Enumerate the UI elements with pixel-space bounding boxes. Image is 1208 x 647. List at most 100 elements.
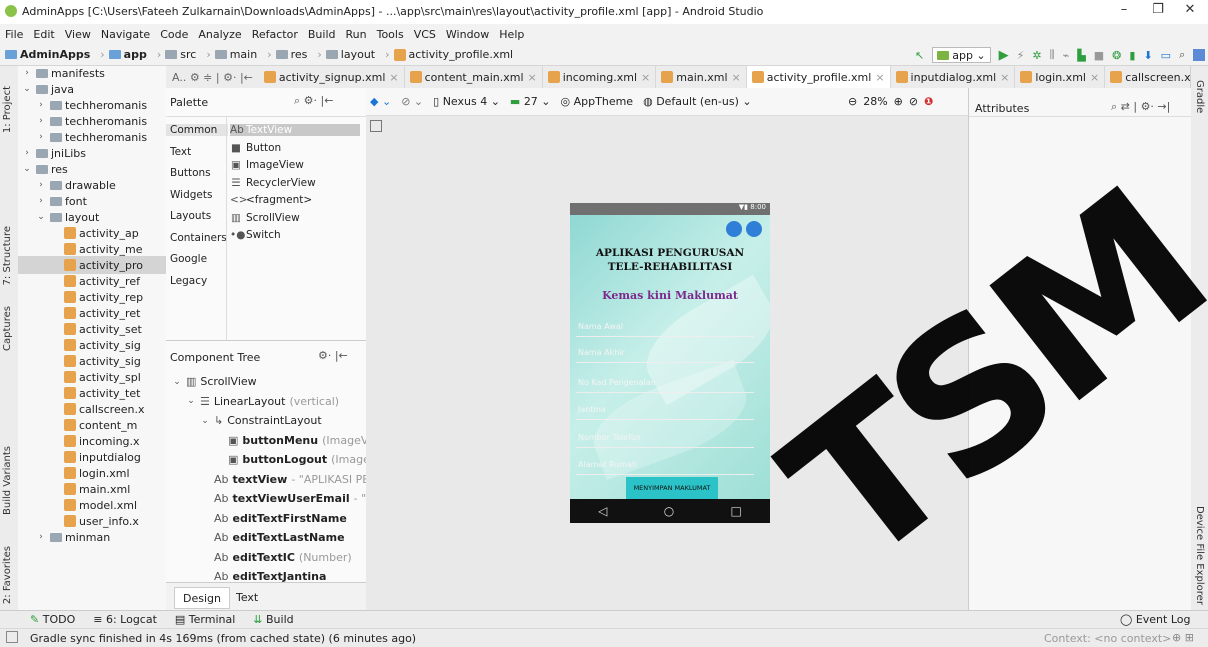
expand-arrow-icon[interactable]: ⌄ bbox=[200, 416, 210, 426]
close-button[interactable]: ✕ bbox=[1176, 2, 1204, 17]
user-avatar-icon[interactable] bbox=[1193, 49, 1206, 61]
expand-arrow-icon[interactable]: › bbox=[36, 532, 46, 542]
close-tab-icon[interactable]: × bbox=[732, 71, 741, 84]
menu-file[interactable]: File bbox=[5, 28, 23, 41]
palette-item[interactable]: •● Switch bbox=[230, 229, 281, 241]
device-select[interactable]: ▯ Nexus 4 ⌄ bbox=[433, 95, 500, 108]
hammer-icon[interactable]: ↖ bbox=[915, 49, 924, 62]
first-name-field[interactable]: Nama Awal bbox=[576, 316, 754, 337]
ic-number-field[interactable]: No Kad Pengenalan bbox=[576, 372, 754, 393]
build-tab[interactable]: ⇊ Build bbox=[253, 613, 293, 626]
close-tab-icon[interactable]: × bbox=[1000, 71, 1009, 84]
phone-number-field[interactable]: Nombor Telefon bbox=[576, 427, 754, 448]
breadcrumb-app[interactable]: app bbox=[108, 48, 147, 61]
attach-debugger-icon[interactable]: ⌁ bbox=[1063, 49, 1070, 62]
settings-icon[interactable]: ⚙· |← bbox=[318, 349, 348, 362]
menu-tools[interactable]: Tools bbox=[377, 28, 404, 41]
gradle-sync-icon[interactable]: ❂ bbox=[1112, 49, 1121, 62]
stop-icon[interactable]: ■ bbox=[1094, 49, 1104, 62]
breadcrumb-src[interactable]: src bbox=[165, 48, 196, 61]
profile-icon[interactable]: ⫼ bbox=[1050, 48, 1055, 62]
editor-tab[interactable]: incoming.xml × bbox=[543, 66, 657, 88]
project-view-select[interactable]: A.. ⚙ ≑ | ⚙· |← bbox=[166, 71, 259, 84]
menu-window[interactable]: Window bbox=[446, 28, 489, 41]
gender-field[interactable]: Jantina bbox=[576, 399, 754, 420]
expand-arrow-icon[interactable]: ⌄ bbox=[22, 84, 32, 94]
sync-icon[interactable]: ▙ bbox=[1077, 49, 1085, 62]
save-info-button[interactable]: MENYIMPAN MAKLUMAT bbox=[626, 477, 718, 499]
recents-nav-icon[interactable]: □ bbox=[731, 504, 742, 518]
close-tab-icon[interactable]: × bbox=[875, 71, 884, 84]
locale-select[interactable]: ◍ Default (en-us) ⌄ bbox=[643, 95, 752, 108]
api-select[interactable]: ▬ 27 ⌄ bbox=[510, 95, 551, 108]
address-field[interactable]: Alamat Rumah bbox=[576, 454, 754, 475]
palette-item[interactable]: Ab TextView bbox=[230, 124, 360, 136]
project-structure-icon[interactable]: ▭ bbox=[1161, 49, 1171, 62]
palette-item[interactable]: ☰ RecyclerView bbox=[230, 177, 315, 189]
menu-vcs[interactable]: VCS bbox=[414, 28, 436, 41]
palette-item[interactable]: <> <fragment> bbox=[230, 194, 312, 206]
avd-manager-icon[interactable]: ▮ bbox=[1129, 49, 1135, 62]
back-nav-icon[interactable]: ◁ bbox=[598, 504, 607, 518]
editor-tab[interactable]: activity_profile.xml × bbox=[746, 66, 891, 88]
design-tab[interactable]: Design bbox=[174, 587, 230, 609]
component-tree-item[interactable]: Ab textView - "APLIKASI PEN bbox=[200, 473, 377, 486]
menu-run[interactable]: Run bbox=[346, 28, 367, 41]
palette-category[interactable]: Buttons bbox=[170, 167, 211, 179]
logcat-tab[interactable]: ≡ 6: Logcat bbox=[93, 613, 157, 626]
breadcrumb-project[interactable]: AdminApps bbox=[5, 48, 90, 61]
expand-arrow-icon[interactable]: ⌄ bbox=[172, 377, 182, 387]
menu-code[interactable]: Code bbox=[160, 28, 188, 41]
palette-item[interactable]: ▥ ScrollView bbox=[230, 212, 300, 224]
expand-arrow-icon[interactable]: › bbox=[36, 196, 46, 206]
layers-icon[interactable]: ◆ ⌄ bbox=[370, 95, 391, 108]
run-config-select[interactable]: app ⌄ bbox=[932, 47, 991, 63]
menu-view[interactable]: View bbox=[65, 28, 91, 41]
structure-tool-tab[interactable]: 7: Structure bbox=[2, 226, 13, 285]
text-tab[interactable]: Text bbox=[228, 587, 266, 607]
logout-icon[interactable] bbox=[746, 221, 762, 237]
menu-build[interactable]: Build bbox=[308, 28, 336, 41]
sdk-manager-icon[interactable]: ⬇ bbox=[1143, 49, 1152, 62]
menu-refactor[interactable]: Refactor bbox=[252, 28, 298, 41]
editor-tab[interactable]: main.xml × bbox=[656, 66, 747, 88]
palette-category[interactable]: Legacy bbox=[170, 275, 207, 287]
palette-category[interactable]: Common bbox=[166, 124, 228, 136]
terminal-tab[interactable]: ▤ Terminal bbox=[175, 613, 235, 626]
expand-arrow-icon[interactable]: › bbox=[36, 132, 46, 142]
expand-arrow-icon[interactable]: › bbox=[36, 180, 46, 190]
search-icon[interactable]: ⌕ ⚙· |← bbox=[294, 94, 333, 108]
menu-navigate[interactable]: Navigate bbox=[101, 28, 150, 41]
editor-tab[interactable]: activity_signup.xml × bbox=[259, 66, 405, 88]
minimize-button[interactable]: – bbox=[1110, 2, 1138, 17]
favorites-tool-tab[interactable]: 2: Favorites bbox=[2, 546, 13, 604]
debug-icon[interactable]: ✲ bbox=[1032, 49, 1041, 62]
component-tree-item[interactable]: Ab editTextFirstName bbox=[200, 512, 351, 525]
component-tree-item[interactable]: Ab editTextIC (Number) bbox=[200, 551, 352, 564]
apply-changes-icon[interactable]: ⚡ bbox=[1017, 49, 1025, 62]
project-tool-tab[interactable]: 1: Project bbox=[2, 86, 13, 133]
orientation-icon[interactable]: ⊘ ⌄ bbox=[401, 95, 423, 108]
expand-arrow-icon[interactable]: › bbox=[22, 148, 32, 158]
event-log-button[interactable]: ◯ Event Log bbox=[1120, 613, 1190, 626]
close-tab-icon[interactable]: × bbox=[389, 71, 398, 84]
last-name-field[interactable]: Nama Akhir bbox=[576, 342, 754, 363]
build-variants-tool-tab[interactable]: Build Variants bbox=[2, 446, 13, 515]
component-tree-item[interactable]: ⌄ ▥ ScrollView bbox=[172, 375, 261, 388]
editor-tab[interactable]: inputdialog.xml × bbox=[891, 66, 1016, 88]
device-file-explorer-tab[interactable]: Device File Explorer bbox=[1194, 506, 1205, 605]
close-tab-icon[interactable]: × bbox=[641, 71, 650, 84]
theme-select[interactable]: ◎ AppTheme bbox=[561, 95, 634, 108]
blueprint-toggle-icon[interactable] bbox=[370, 120, 382, 132]
editor-tab[interactable]: login.xml × bbox=[1015, 66, 1106, 88]
home-nav-icon[interactable]: ○ bbox=[664, 504, 674, 518]
palette-category[interactable]: Containers bbox=[170, 232, 227, 244]
attributes-search-icon[interactable]: ⌕ ⇄ | ⚙· →| bbox=[1111, 100, 1170, 114]
tool-windows-icon[interactable] bbox=[6, 631, 18, 643]
lock-icon[interactable]: ⊕ ⊞ bbox=[1172, 631, 1194, 644]
menu-edit[interactable]: Edit bbox=[33, 28, 54, 41]
editor-tab[interactable]: content_main.xml × bbox=[405, 66, 543, 88]
captures-tool-tab[interactable]: Captures bbox=[2, 306, 13, 351]
error-icon[interactable]: ❶ bbox=[924, 95, 933, 108]
breadcrumb-main[interactable]: main bbox=[214, 48, 257, 61]
